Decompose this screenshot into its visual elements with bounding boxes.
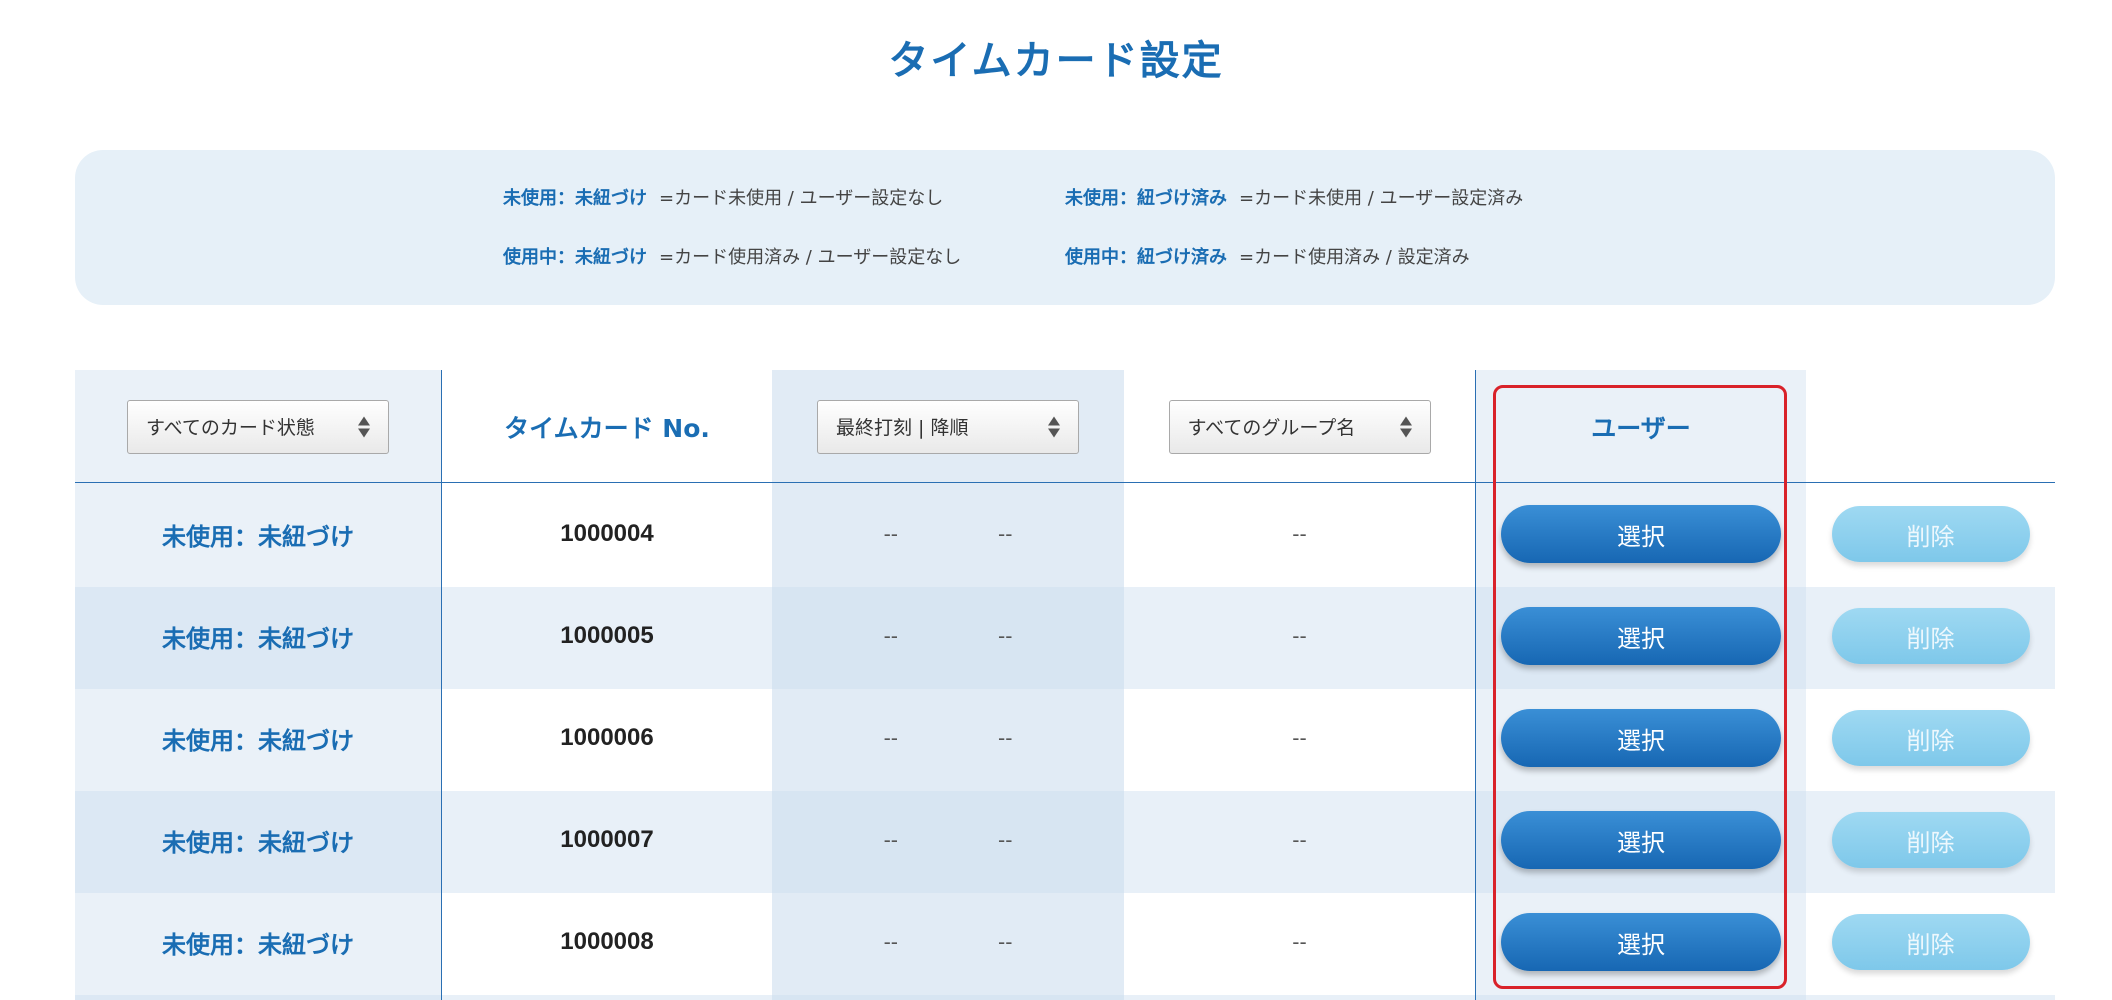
last-punch-time: -- <box>998 624 1013 648</box>
group-name: -- <box>1292 930 1307 954</box>
header-cell-status: すべてのカード状態 <box>75 370 441 483</box>
row-tint <box>75 995 2055 1000</box>
select-arrows-icon <box>1399 416 1412 437</box>
legend-desc: =カード使用済み / 設定済み <box>1239 247 1470 268</box>
delete-button[interactable]: 削除 <box>1831 914 2030 970</box>
last-punch-time: -- <box>998 726 1013 750</box>
legend-desc: =カード使用済み / ユーザー設定なし <box>659 247 962 268</box>
legend-item: 未使用：未紐づけ =カード未使用 / ユーザー設定なし <box>503 184 943 210</box>
delete-button[interactable]: 削除 <box>1831 506 2030 562</box>
last-punch-date: -- <box>883 522 898 546</box>
sort-select[interactable]: 最終打刻 | 降順 <box>817 399 1079 454</box>
card-status: 未使用：未紐づけ <box>162 828 354 857</box>
header-cell-cardno: タイムカード No. <box>442 370 772 483</box>
sort-select-value: 最終打刻 | 降順 <box>836 417 969 439</box>
group-name: -- <box>1292 726 1307 750</box>
header-cell-group: すべてのグループ名 <box>1124 370 1475 483</box>
select-user-button[interactable]: 選択 <box>1501 709 1781 767</box>
header-cell-last: 最終打刻 | 降順 <box>772 370 1124 483</box>
last-punch-time: -- <box>998 828 1013 852</box>
last-punch-date: -- <box>883 828 898 852</box>
legend-key: 使用中：未紐づけ <box>503 247 647 268</box>
table-row: 未使用：未紐づけ 1000006 -- -- -- 選択 削除 <box>75 687 2055 789</box>
header-user: ユーザー <box>1591 413 1691 443</box>
page-title: タイムカード設定 <box>888 38 1224 84</box>
last-punch-date: -- <box>883 930 898 954</box>
last-punch-date: -- <box>883 624 898 648</box>
delete-button[interactable]: 削除 <box>1831 812 2030 868</box>
select-user-button[interactable]: 選択 <box>1501 811 1781 869</box>
legend-item: 使用中：紐づけ済み =カード使用済み / 設定済み <box>1065 243 1470 269</box>
card-number: 1000007 <box>560 826 654 853</box>
legend-key: 未使用：紐づけ済み <box>1065 188 1227 209</box>
card-status: 未使用：未紐づけ <box>162 930 354 959</box>
select-user-button[interactable]: 選択 <box>1501 607 1781 665</box>
card-status: 未使用：未紐づけ <box>162 522 354 551</box>
table-row: 未使用：未紐づけ 1000007 -- -- -- 選択 削除 <box>75 789 2055 891</box>
column-divider <box>1475 370 1476 1000</box>
table-header: すべてのカード状態 タイムカード No. 最終打刻 | 降順 すべてのグループ名… <box>75 370 2055 483</box>
header-card-no: タイムカード No. <box>504 413 710 443</box>
card-status: 未使用：未紐づけ <box>162 726 354 755</box>
legend-item: 未使用：紐づけ済み =カード未使用 / ユーザー設定済み <box>1065 184 1523 210</box>
last-punch-date: -- <box>883 726 898 750</box>
timecard-table: すべてのカード状態 タイムカード No. 最終打刻 | 降順 すべてのグループ名… <box>75 370 2055 1000</box>
card-number: 1000006 <box>560 724 654 751</box>
delete-button[interactable]: 削除 <box>1831 608 2030 664</box>
header-cell-user: ユーザー <box>1476 370 1806 483</box>
legend-desc: =カード未使用 / ユーザー設定済み <box>1239 188 1524 209</box>
select-arrows-icon <box>358 416 370 437</box>
last-punch-time: -- <box>998 930 1013 954</box>
card-status: 未使用：未紐づけ <box>162 624 354 653</box>
select-user-button[interactable]: 選択 <box>1501 913 1781 971</box>
group-filter-value: すべてのグループ名 <box>1187 417 1356 439</box>
last-punch-time: -- <box>998 522 1013 546</box>
legend-key: 使用中：紐づけ済み <box>1065 247 1227 268</box>
select-arrows-icon <box>1048 416 1060 437</box>
table-row: 未使用：未紐づけ 1000004 -- -- -- 選択 削除 <box>75 483 2055 585</box>
group-filter-select[interactable]: すべてのグループ名 <box>1168 399 1431 454</box>
group-name: -- <box>1292 624 1307 648</box>
legend-key: 未使用：未紐づけ <box>503 188 647 209</box>
card-number: 1000008 <box>560 928 654 955</box>
legend-desc: =カード未使用 / ユーザー設定なし <box>659 188 944 209</box>
card-number: 1000004 <box>560 520 654 547</box>
legend-item: 使用中：未紐づけ =カード使用済み / ユーザー設定なし <box>503 243 961 269</box>
table-row: 未使用：未紐づけ 1000008 -- -- -- 選択 削除 <box>75 891 2055 993</box>
status-filter-select[interactable]: すべてのカード状態 <box>127 399 389 454</box>
group-name: -- <box>1292 828 1307 852</box>
column-divider <box>441 370 442 1000</box>
table-row: 未使用：未紐づけ 1000005 -- -- -- 選択 削除 <box>75 585 2055 687</box>
status-filter-value: すべてのカード状態 <box>146 417 315 439</box>
select-user-button[interactable]: 選択 <box>1501 505 1781 563</box>
header-divider <box>75 482 2055 483</box>
delete-button[interactable]: 削除 <box>1831 710 2030 766</box>
group-name: -- <box>1292 522 1307 546</box>
status-legend: 未使用：未紐づけ =カード未使用 / ユーザー設定なし 未使用：紐づけ済み =カード… <box>75 150 2055 305</box>
card-number: 1000005 <box>560 622 654 649</box>
